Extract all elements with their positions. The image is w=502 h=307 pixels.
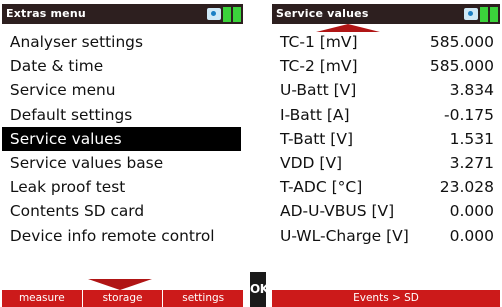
softkey-bar: measure storage settings (2, 290, 243, 307)
status-icons (207, 6, 241, 22)
value-reading: 3.834 (449, 81, 494, 100)
value-reading: 3.271 (449, 153, 494, 172)
menu-item-contents-sd-card[interactable]: Contents SD card (2, 199, 241, 223)
value-reading: 0.000 (449, 202, 494, 221)
menu-item-analyser-settings[interactable]: Analyser settings (2, 30, 241, 54)
title-bar: Extras menu (2, 4, 243, 24)
value-reading: 585.000 (429, 57, 494, 76)
menu-item-service-values[interactable]: Service values (2, 126, 241, 151)
value-reading: 0.000 (449, 226, 494, 245)
value-label: TC-1 [mV] (280, 33, 358, 51)
scroll-down-arrow-icon (88, 279, 152, 290)
battery-icon (490, 6, 498, 22)
device-connection-icon (207, 8, 221, 20)
softkey-measure[interactable]: measure (2, 290, 82, 307)
softkey-storage[interactable]: storage (81, 290, 163, 307)
menu-list: Analyser settings Date & time Service me… (2, 30, 243, 248)
softkey-events-to-sd[interactable]: Events > SD (272, 290, 500, 307)
value-row-ad-u-vbus: AD-U-VBUS [V] 0.000 (272, 199, 500, 223)
extras-menu-screen: Extras menu Analyser settings Date & tim… (2, 4, 243, 307)
battery-icon (233, 6, 241, 22)
value-reading: 1.531 (449, 129, 494, 148)
menu-item-leak-proof-test[interactable]: Leak proof test (2, 175, 241, 199)
value-row-u-batt: U-Batt [V] 3.834 (272, 78, 500, 102)
value-reading: 585.000 (429, 33, 494, 51)
value-label: U-WL-Charge [V] (280, 226, 409, 245)
value-row-i-batt: I-Batt [A] -0.175 (272, 103, 500, 127)
menu-item-date-time[interactable]: Date & time (2, 54, 241, 78)
menu-item-service-menu[interactable]: Service menu (2, 78, 241, 102)
ok-button[interactable]: OK (250, 272, 269, 307)
value-label: T-Batt [V] (280, 129, 353, 148)
service-values-list: TC-1 [mV] 585.000 TC-2 [mV] 585.000 U-Ba… (272, 30, 500, 248)
value-label: VDD [V] (280, 153, 343, 172)
value-row-u-wl-charge: U-WL-Charge [V] 0.000 (272, 224, 500, 248)
title-bar: Service values (272, 4, 500, 24)
softkey-settings[interactable]: settings (162, 290, 243, 307)
device-connection-icon (464, 8, 478, 20)
value-label: U-Batt [V] (280, 81, 357, 100)
screen-title: Service values (276, 7, 369, 20)
value-row-t-batt: T-Batt [V] 1.531 (272, 127, 500, 151)
battery-icon (480, 6, 488, 22)
value-label: T-ADC [°C] (280, 178, 363, 197)
value-label: AD-U-VBUS [V] (280, 202, 395, 221)
value-row-tc1: TC-1 [mV] 585.000 (272, 30, 500, 54)
value-label: TC-2 [mV] (280, 57, 358, 76)
value-reading: 23.028 (439, 178, 494, 197)
value-reading: -0.175 (444, 105, 494, 124)
menu-item-device-info-remote-control[interactable]: Device info remote control (2, 224, 241, 248)
battery-icon (223, 6, 231, 22)
menu-item-service-values-base[interactable]: Service values base (2, 151, 241, 175)
menu-item-default-settings[interactable]: Default settings (2, 103, 241, 127)
softkey-bar: Events > SD (272, 290, 500, 307)
service-values-screen: Service values TC-1 [mV] 585.000 TC-2 [m… (272, 4, 500, 307)
value-row-t-adc: T-ADC [°C] 23.028 (272, 175, 500, 199)
value-row-tc2: TC-2 [mV] 585.000 (272, 54, 500, 78)
value-row-vdd: VDD [V] 3.271 (272, 151, 500, 175)
screen-title: Extras menu (6, 7, 86, 20)
value-label: I-Batt [A] (280, 105, 350, 124)
status-icons (464, 6, 498, 22)
